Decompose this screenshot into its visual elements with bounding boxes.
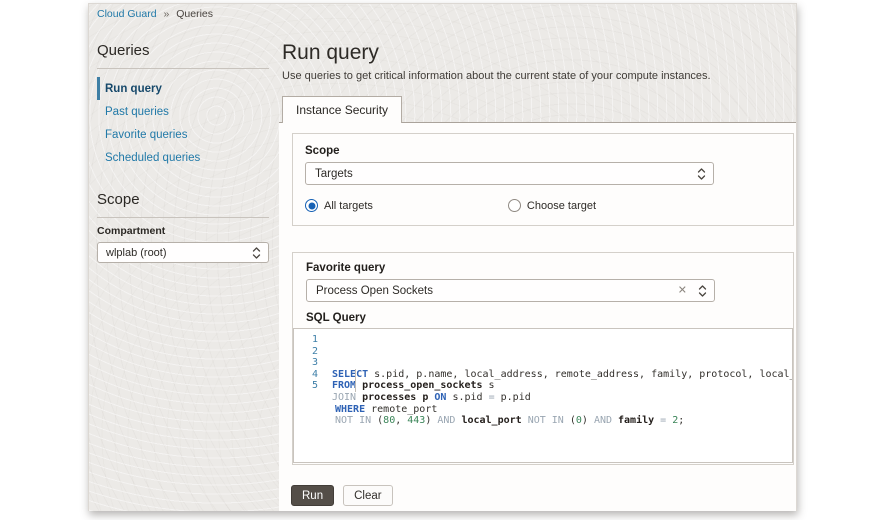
clear-button[interactable]: Clear [343, 485, 392, 506]
chevron-updown-icon [697, 167, 706, 180]
sql-line: FROM process_open_sockets s [332, 380, 793, 392]
sql-line: WHERE remote_port [332, 404, 793, 416]
scope-label: Scope [305, 145, 781, 157]
main-content: Run query Use queries to get critical in… [279, 4, 796, 511]
page: Cloud Guard » Queries Queries Run query … [0, 0, 888, 520]
radio-choose-target-label: Choose target [527, 200, 596, 212]
chevron-updown-icon [252, 246, 261, 259]
sidebar-item-favorite-queries[interactable]: Favorite queries [97, 123, 269, 146]
run-button[interactable]: Run [291, 485, 334, 506]
breadcrumb-current-queries: Queries [176, 8, 213, 20]
sql-line: SELECT s.pid, p.name, local_address, rem… [332, 369, 793, 381]
sidebar-scope-title: Scope [97, 191, 269, 208]
compartment-label: Compartment [97, 225, 269, 237]
page-title: Run query [282, 41, 379, 65]
favorite-query-label: Favorite query [306, 262, 781, 274]
radio-all-targets-label: All targets [324, 200, 373, 212]
compartment-select[interactable]: wlplab (root) [97, 242, 269, 263]
target-radio-row: All targets Choose target [305, 199, 781, 212]
tab-instance-security[interactable]: Instance Security [282, 96, 402, 123]
radio-choose-target[interactable]: Choose target [508, 199, 596, 212]
action-buttons: Run Clear [291, 485, 393, 506]
sidebar-scope-divider [97, 217, 269, 218]
sidebar-title: Queries [97, 42, 269, 59]
sidebar-item-past-queries[interactable]: Past queries [97, 100, 269, 123]
indent-guide [355, 369, 356, 392]
breadcrumb-link-cloud-guard[interactable]: Cloud Guard [97, 8, 157, 20]
sidebar-item-run-query[interactable]: Run query [97, 77, 269, 100]
sql-code-lines: SELECT s.pid, p.name, local_address, rem… [318, 329, 793, 462]
radio-selected-icon [305, 199, 318, 212]
clear-selection-icon[interactable]: ✕ [678, 285, 687, 296]
breadcrumb: Cloud Guard » Queries [97, 8, 213, 20]
query-card: Favorite query Process Open Sockets ✕ SQ… [292, 252, 794, 465]
chevron-updown-icon [698, 284, 707, 297]
breadcrumb-separator: » [163, 8, 169, 20]
sidebar-item-scheduled-queries[interactable]: Scheduled queries [97, 146, 269, 169]
sql-query-label: SQL Query [306, 312, 781, 324]
sql-gutter: 12345 [294, 329, 318, 462]
sql-editor[interactable]: 12345 SELECT s.pid, p.name, local_addres… [293, 328, 793, 463]
sql-line: NOT IN (80, 443) AND local_port NOT IN (… [332, 415, 793, 427]
sidebar-divider [97, 68, 269, 69]
cloud-guard-app: Cloud Guard » Queries Queries Run query … [88, 3, 797, 511]
radio-all-targets[interactable]: All targets [305, 199, 373, 212]
compartment-select-value: wlplab (root) [106, 247, 167, 259]
tab-panel: Scope Targets All targets [279, 123, 796, 511]
scope-card: Scope Targets All targets [292, 133, 794, 226]
favorite-query-select[interactable]: Process Open Sockets ✕ [306, 279, 715, 302]
favorite-query-value: Process Open Sockets [316, 285, 433, 297]
sidebar: Queries Run query Past queries Favorite … [97, 42, 269, 263]
scope-select[interactable]: Targets [305, 162, 714, 185]
radio-unselected-icon [508, 199, 521, 212]
scope-select-value: Targets [315, 168, 353, 180]
page-description: Use queries to get critical information … [282, 70, 711, 82]
sql-line: JOIN processes p ON s.pid = p.pid [332, 392, 793, 404]
